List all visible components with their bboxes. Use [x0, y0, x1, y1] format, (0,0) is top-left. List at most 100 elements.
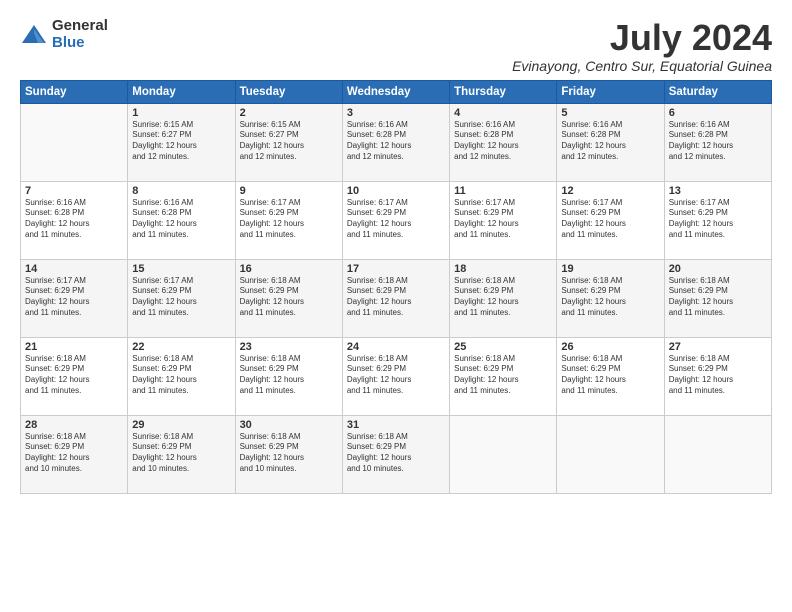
table-row [557, 415, 664, 493]
calendar-week-1: 1Sunrise: 6:15 AMSunset: 6:27 PMDaylight… [21, 103, 772, 181]
col-wednesday: Wednesday [342, 80, 449, 103]
location-subtitle: Evinayong, Centro Sur, Equatorial Guinea [512, 58, 772, 74]
day-info: Sunrise: 6:18 AMSunset: 6:29 PMDaylight:… [240, 354, 338, 397]
calendar-page: General Blue July 2024 Evinayong, Centro… [0, 0, 792, 612]
day-info: Sunrise: 6:18 AMSunset: 6:29 PMDaylight:… [240, 276, 338, 319]
day-number: 29 [132, 419, 230, 431]
day-number: 17 [347, 263, 445, 275]
day-number: 2 [240, 107, 338, 119]
table-row: 7Sunrise: 6:16 AMSunset: 6:28 PMDaylight… [21, 181, 128, 259]
calendar-week-2: 7Sunrise: 6:16 AMSunset: 6:28 PMDaylight… [21, 181, 772, 259]
day-info: Sunrise: 6:17 AMSunset: 6:29 PMDaylight:… [240, 198, 338, 241]
day-number: 18 [454, 263, 552, 275]
table-row: 9Sunrise: 6:17 AMSunset: 6:29 PMDaylight… [235, 181, 342, 259]
day-number: 22 [132, 341, 230, 353]
table-row: 2Sunrise: 6:15 AMSunset: 6:27 PMDaylight… [235, 103, 342, 181]
day-info: Sunrise: 6:18 AMSunset: 6:29 PMDaylight:… [25, 432, 123, 475]
header-row: Sunday Monday Tuesday Wednesday Thursday… [21, 80, 772, 103]
table-row: 20Sunrise: 6:18 AMSunset: 6:29 PMDayligh… [664, 259, 771, 337]
col-friday: Friday [557, 80, 664, 103]
calendar-table: Sunday Monday Tuesday Wednesday Thursday… [20, 80, 772, 494]
day-number: 26 [561, 341, 659, 353]
day-info: Sunrise: 6:18 AMSunset: 6:29 PMDaylight:… [132, 432, 230, 475]
table-row: 1Sunrise: 6:15 AMSunset: 6:27 PMDaylight… [128, 103, 235, 181]
table-row: 26Sunrise: 6:18 AMSunset: 6:29 PMDayligh… [557, 337, 664, 415]
col-monday: Monday [128, 80, 235, 103]
day-info: Sunrise: 6:15 AMSunset: 6:27 PMDaylight:… [240, 120, 338, 163]
day-info: Sunrise: 6:16 AMSunset: 6:28 PMDaylight:… [347, 120, 445, 163]
table-row: 17Sunrise: 6:18 AMSunset: 6:29 PMDayligh… [342, 259, 449, 337]
day-info: Sunrise: 6:18 AMSunset: 6:29 PMDaylight:… [561, 276, 659, 319]
day-number: 3 [347, 107, 445, 119]
table-row: 4Sunrise: 6:16 AMSunset: 6:28 PMDaylight… [450, 103, 557, 181]
day-number: 12 [561, 185, 659, 197]
col-tuesday: Tuesday [235, 80, 342, 103]
logo-blue: Blue [52, 35, 108, 52]
calendar-week-5: 28Sunrise: 6:18 AMSunset: 6:29 PMDayligh… [21, 415, 772, 493]
table-row: 21Sunrise: 6:18 AMSunset: 6:29 PMDayligh… [21, 337, 128, 415]
table-row [664, 415, 771, 493]
table-row: 31Sunrise: 6:18 AMSunset: 6:29 PMDayligh… [342, 415, 449, 493]
day-info: Sunrise: 6:18 AMSunset: 6:29 PMDaylight:… [561, 354, 659, 397]
day-info: Sunrise: 6:15 AMSunset: 6:27 PMDaylight:… [132, 120, 230, 163]
day-info: Sunrise: 6:16 AMSunset: 6:28 PMDaylight:… [561, 120, 659, 163]
table-row: 5Sunrise: 6:16 AMSunset: 6:28 PMDaylight… [557, 103, 664, 181]
day-info: Sunrise: 6:18 AMSunset: 6:29 PMDaylight:… [347, 432, 445, 475]
table-row: 8Sunrise: 6:16 AMSunset: 6:28 PMDaylight… [128, 181, 235, 259]
col-sunday: Sunday [21, 80, 128, 103]
day-info: Sunrise: 6:16 AMSunset: 6:28 PMDaylight:… [25, 198, 123, 241]
day-number: 11 [454, 185, 552, 197]
day-info: Sunrise: 6:17 AMSunset: 6:29 PMDaylight:… [25, 276, 123, 319]
day-number: 27 [669, 341, 767, 353]
table-row: 18Sunrise: 6:18 AMSunset: 6:29 PMDayligh… [450, 259, 557, 337]
day-number: 30 [240, 419, 338, 431]
day-number: 15 [132, 263, 230, 275]
day-info: Sunrise: 6:18 AMSunset: 6:29 PMDaylight:… [347, 354, 445, 397]
day-number: 14 [25, 263, 123, 275]
logo-general: General [52, 18, 108, 35]
table-row: 22Sunrise: 6:18 AMSunset: 6:29 PMDayligh… [128, 337, 235, 415]
day-number: 31 [347, 419, 445, 431]
title-section: July 2024 Evinayong, Centro Sur, Equator… [512, 18, 772, 74]
day-info: Sunrise: 6:18 AMSunset: 6:29 PMDaylight:… [454, 354, 552, 397]
logo: General Blue [20, 18, 108, 51]
day-info: Sunrise: 6:18 AMSunset: 6:29 PMDaylight:… [240, 432, 338, 475]
table-row: 29Sunrise: 6:18 AMSunset: 6:29 PMDayligh… [128, 415, 235, 493]
table-row: 25Sunrise: 6:18 AMSunset: 6:29 PMDayligh… [450, 337, 557, 415]
day-number: 1 [132, 107, 230, 119]
day-number: 6 [669, 107, 767, 119]
calendar-week-3: 14Sunrise: 6:17 AMSunset: 6:29 PMDayligh… [21, 259, 772, 337]
day-info: Sunrise: 6:18 AMSunset: 6:29 PMDaylight:… [347, 276, 445, 319]
table-row: 27Sunrise: 6:18 AMSunset: 6:29 PMDayligh… [664, 337, 771, 415]
table-row: 13Sunrise: 6:17 AMSunset: 6:29 PMDayligh… [664, 181, 771, 259]
table-row: 10Sunrise: 6:17 AMSunset: 6:29 PMDayligh… [342, 181, 449, 259]
day-number: 24 [347, 341, 445, 353]
col-thursday: Thursday [450, 80, 557, 103]
table-row [21, 103, 128, 181]
day-info: Sunrise: 6:16 AMSunset: 6:28 PMDaylight:… [669, 120, 767, 163]
day-number: 23 [240, 341, 338, 353]
logo-text: General Blue [52, 18, 108, 51]
day-number: 19 [561, 263, 659, 275]
day-number: 9 [240, 185, 338, 197]
table-row: 19Sunrise: 6:18 AMSunset: 6:29 PMDayligh… [557, 259, 664, 337]
day-info: Sunrise: 6:18 AMSunset: 6:29 PMDaylight:… [132, 354, 230, 397]
day-number: 5 [561, 107, 659, 119]
day-number: 4 [454, 107, 552, 119]
day-info: Sunrise: 6:17 AMSunset: 6:29 PMDaylight:… [347, 198, 445, 241]
day-info: Sunrise: 6:17 AMSunset: 6:29 PMDaylight:… [454, 198, 552, 241]
day-number: 10 [347, 185, 445, 197]
logo-icon [20, 21, 48, 49]
table-row: 15Sunrise: 6:17 AMSunset: 6:29 PMDayligh… [128, 259, 235, 337]
day-number: 28 [25, 419, 123, 431]
day-info: Sunrise: 6:17 AMSunset: 6:29 PMDaylight:… [669, 198, 767, 241]
table-row: 14Sunrise: 6:17 AMSunset: 6:29 PMDayligh… [21, 259, 128, 337]
day-number: 21 [25, 341, 123, 353]
table-row: 28Sunrise: 6:18 AMSunset: 6:29 PMDayligh… [21, 415, 128, 493]
day-number: 7 [25, 185, 123, 197]
table-row: 6Sunrise: 6:16 AMSunset: 6:28 PMDaylight… [664, 103, 771, 181]
day-info: Sunrise: 6:17 AMSunset: 6:29 PMDaylight:… [561, 198, 659, 241]
day-info: Sunrise: 6:18 AMSunset: 6:29 PMDaylight:… [669, 354, 767, 397]
day-number: 25 [454, 341, 552, 353]
table-row: 3Sunrise: 6:16 AMSunset: 6:28 PMDaylight… [342, 103, 449, 181]
